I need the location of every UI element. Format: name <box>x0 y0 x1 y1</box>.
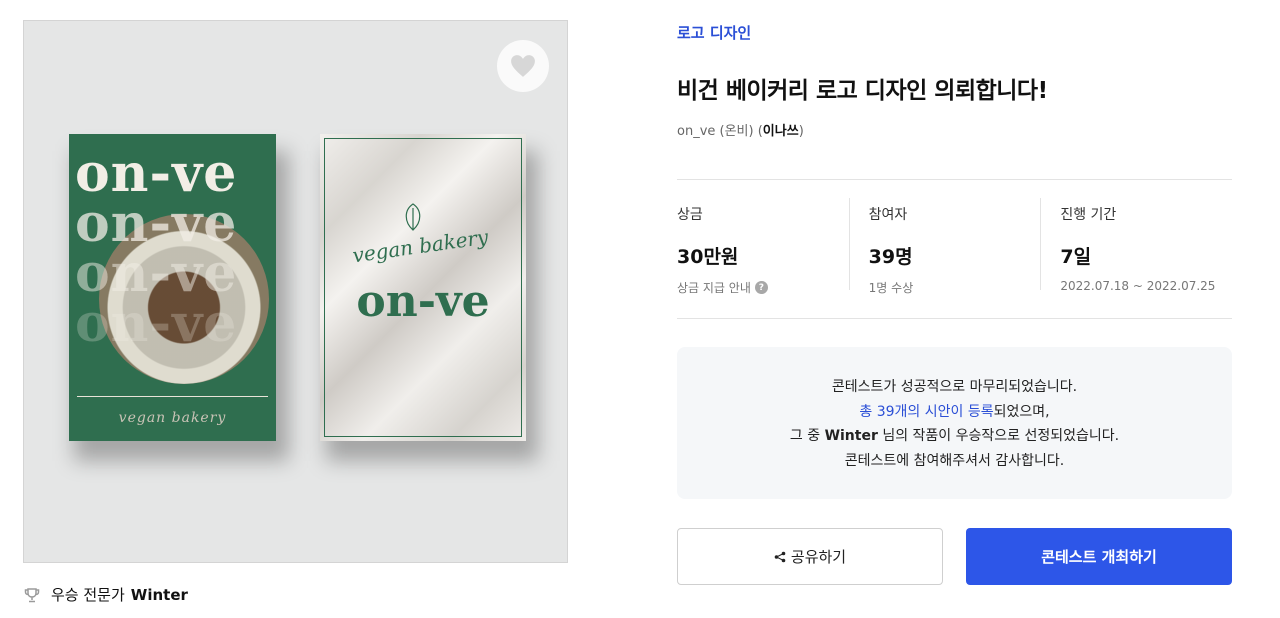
trophy-icon <box>24 587 40 602</box>
notice-line: 콘테스트에 참여해주셔서 감사합니다. <box>844 452 1065 469</box>
contest-hero-image: on-ve on-ve on-ve on-ve vegan bakery veg… <box>23 20 568 563</box>
like-button[interactable] <box>497 40 549 92</box>
share-button[interactable]: 공유하기 <box>677 528 943 585</box>
author-suffix: ) <box>798 124 804 139</box>
author-name: on_ve (온비) ( <box>677 124 763 139</box>
share-icon <box>774 551 786 562</box>
winner-info: 우승 전문가 Winter <box>24 584 188 605</box>
divider <box>677 318 1232 319</box>
stat-value: 30만원 <box>677 246 739 268</box>
winner-name[interactable]: Winter <box>131 586 188 604</box>
design-card-white: vegan bakery on-ve <box>320 134 526 441</box>
author-company: 이나쓰 <box>762 124 799 139</box>
stat-sub: 2022.07.18 ~ 2022.07.25 <box>1060 279 1216 293</box>
stat-value: 39명 <box>868 246 913 268</box>
contest-category[interactable]: 로고 디자인 <box>677 22 751 43</box>
stat-participants: 참여자 39명 1명 수상 <box>848 198 1041 295</box>
winner-label: 우승 전문가 <box>51 586 125 604</box>
card-wordmark: on-ve <box>356 276 490 327</box>
contest-result-notice: 콘테스트가 성공적으로 마무리되었습니다. 총 39개의 시안이 등록되었으며,… <box>677 347 1232 499</box>
heart-icon <box>511 55 535 77</box>
host-label: 콘테스트 개최하기 <box>1041 548 1157 566</box>
notice-line: 총 39개의 시안이 등록되었으며, <box>677 400 1232 425</box>
notice-text: 님의 작품이 우승작으로 선정되었습니다. <box>877 428 1120 444</box>
host-contest-button[interactable]: 콘테스트 개최하기 <box>966 528 1232 585</box>
stat-label: 참여자 <box>868 207 908 223</box>
stat-value: 7일 <box>1060 246 1092 268</box>
notice-line: 그 중 Winter 님의 작품이 우승작으로 선정되었습니다. <box>677 424 1232 449</box>
notice-line: 콘테스트가 성공적으로 마무리되었습니다. <box>831 379 1078 395</box>
leaf-icon <box>405 203 421 231</box>
stat-prize: 상금 30만원 상금 지급 안내 ? <box>677 198 849 295</box>
stat-label: 상금 <box>677 207 703 223</box>
prize-payment-guide[interactable]: 상금 지급 안내 ? <box>677 279 849 296</box>
help-icon[interactable]: ? <box>754 281 768 294</box>
stat-label: 진행 기간 <box>1060 207 1117 223</box>
submissions-link[interactable]: 총 39개의 시안이 등록 <box>859 404 993 420</box>
contest-title: 비건 베이커리 로고 디자인 의뢰합니다! <box>677 78 1048 104</box>
notice-text: 되었으며, <box>993 403 1050 420</box>
design-card-green: on-ve on-ve on-ve on-ve vegan bakery <box>69 134 276 441</box>
winner-name-inline: Winter <box>824 428 878 444</box>
wordmark-4: on-ve <box>75 293 238 354</box>
share-label: 공유하기 <box>790 548 847 566</box>
contest-stats: 상금 30만원 상금 지급 안내 ? 참여자 39명 1명 수상 진행 기간 7… <box>677 198 1232 295</box>
divider <box>677 179 1232 180</box>
divider-line <box>77 396 268 397</box>
stat-duration: 진행 기간 7일 2022.07.18 ~ 2022.07.25 <box>1040 198 1232 293</box>
stat-sub: 1명 수상 <box>868 281 914 295</box>
contest-author: on_ve (온비) (이나쓰) <box>677 120 804 139</box>
card-script-text: vegan bakery <box>118 410 227 426</box>
stat-sub: 상금 지급 안내 <box>677 281 751 295</box>
notice-text: 그 중 <box>789 428 825 444</box>
